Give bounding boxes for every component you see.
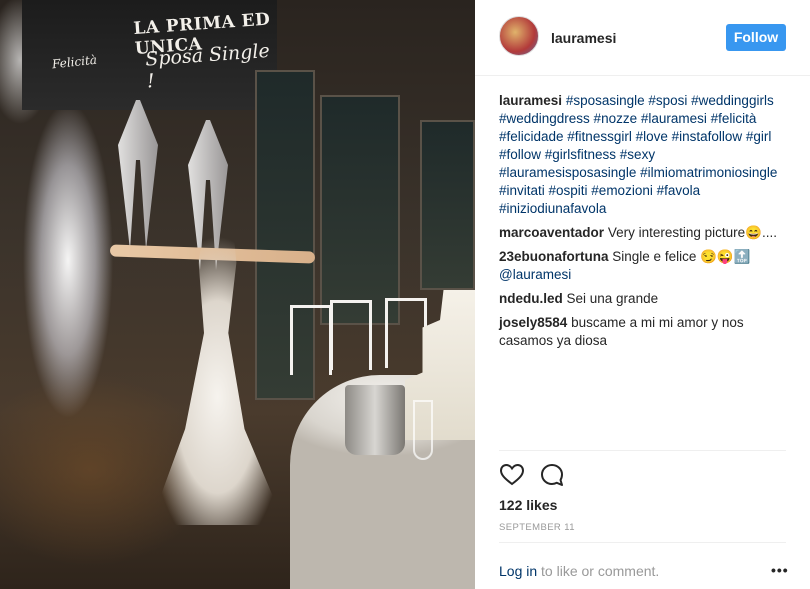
list-item: 23ebuonafortuna Single e felice 😏😜🔝 @lau… [499,248,789,284]
list-item: josely8584 buscame a mi mi amor y nos ca… [499,314,789,350]
more-options-icon[interactable]: ••• [771,562,789,578]
follow-button[interactable]: Follow [726,24,786,51]
chair [330,300,372,370]
comment-author[interactable]: ndedu.led [499,291,563,306]
header-username[interactable]: lauramesi [551,30,616,46]
avatar[interactable] [499,16,539,56]
divider [499,450,786,451]
comment-author[interactable]: marcoaventador [499,225,604,240]
chair [385,298,427,368]
post-photo[interactable]: Felicità LA PRIMA ED UNICA Sposa Single … [0,0,475,589]
heart-icon[interactable] [499,462,525,488]
caption-author[interactable]: lauramesi [499,93,562,108]
comments-list: lauramesi #sposasingle #sposi #weddinggi… [499,92,789,356]
post-header: lauramesi Follow [475,0,810,76]
comment-mention[interactable]: @lauramesi [499,267,571,282]
post-date: SEPTEMBER 11 [499,522,575,533]
banner-script-text: Felicità [51,52,98,72]
caption-text[interactable]: #sposasingle #sposi #weddinggirls #weddi… [499,93,777,216]
post-side-panel: lauramesi Follow lauramesi #sposasingle … [475,0,810,589]
list-item: marcoaventador Very interesting picture😄… [499,224,789,242]
comment-author[interactable]: 23ebuonafortuna [499,249,609,264]
comment-text: Single e felice 😏😜🔝 [612,249,751,264]
caption: lauramesi #sposasingle #sposi #weddinggi… [499,92,789,218]
comment-bubble-icon[interactable] [539,462,565,488]
tulle-ribbon [118,100,158,250]
window-panel [420,120,475,290]
chair [290,305,332,375]
list-item: ndedu.led Sei una grande [499,290,789,308]
champagne-bucket [345,385,405,455]
login-link[interactable]: Log in [499,563,537,579]
likes-count[interactable]: 122 likes [499,497,557,513]
comment-author[interactable]: josely8584 [499,315,567,330]
login-prompt: Log in to like or comment. [499,563,659,579]
divider [499,542,786,543]
comment-text: Sei una grande [566,291,659,306]
window-panel [320,95,400,325]
login-prompt-text: to like or comment. [537,563,660,579]
comment-text: Very interesting picture😄.... [607,225,777,240]
champagne-glass [413,400,433,460]
wedding-banner: Felicità LA PRIMA ED UNICA Sposa Single … [22,0,277,110]
